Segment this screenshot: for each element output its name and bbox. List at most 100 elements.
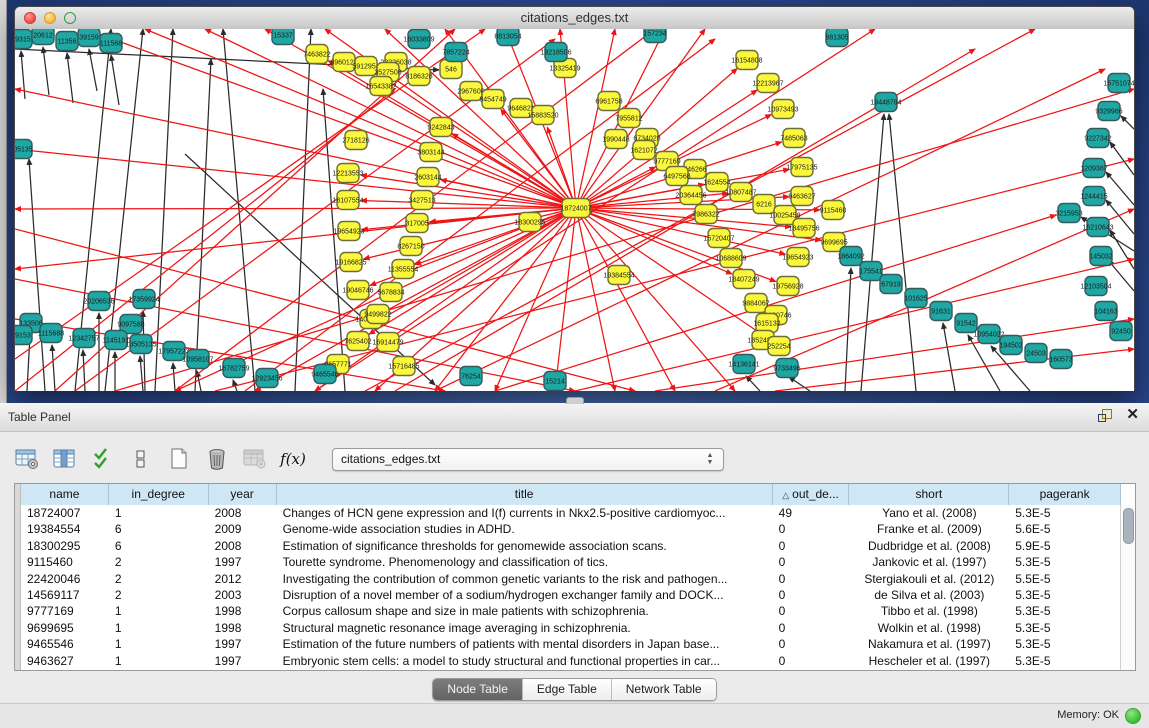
yellow-node[interactable]: 7625402 <box>344 332 371 351</box>
table-cell[interactable]: Disruption of a novel member of a sodium… <box>277 587 773 603</box>
table-cell[interactable]: 5.5E-5 <box>1009 571 1121 587</box>
teal-node[interactable]: 12342757 <box>68 329 99 348</box>
teal-node[interactable]: 104163 <box>1094 302 1117 321</box>
yellow-node[interactable]: 18300295 <box>514 213 545 232</box>
teal-node[interactable]: 111568 <box>100 34 122 53</box>
yellow-node[interactable]: 3803144 <box>417 143 444 162</box>
table-cell[interactable]: 14569117 <box>21 587 109 603</box>
yellow-node[interactable]: 18495756 <box>788 219 819 238</box>
yellow-node[interactable]: 18407249 <box>728 270 759 289</box>
teal-node[interactable]: 15214 <box>544 372 566 391</box>
teal-node[interactable]: 157234 <box>643 29 666 43</box>
table-cell[interactable]: 1997 <box>209 554 277 570</box>
table-cell[interactable]: Changes of HCN gene expression and I(f) … <box>277 505 773 521</box>
teal-node[interactable]: 12923456 <box>251 369 282 388</box>
yellow-node[interactable]: 317005 <box>405 214 428 233</box>
node-table[interactable]: namein_degreeyeartitle△out_de...shortpag… <box>14 483 1136 671</box>
tab-edge-table[interactable]: Edge Table <box>523 679 612 700</box>
red-edge[interactable] <box>361 175 576 208</box>
table-cell[interactable]: de Silva et al. (2003) <box>850 587 1010 603</box>
red-edge[interactable] <box>15 89 395 391</box>
yellow-node[interactable]: 9242843 <box>427 118 454 137</box>
yellow-node[interactable]: 2603144 <box>414 168 441 187</box>
teal-node[interactable]: 17359924 <box>128 290 159 309</box>
table-cell[interactable]: 19384554 <box>21 521 109 537</box>
table-row[interactable]: 1830029562008Estimation of significance … <box>21 538 1121 554</box>
teal-node[interactable]: 9465546 <box>311 365 338 384</box>
red-edge[interactable] <box>364 208 576 259</box>
table-cell[interactable]: 9115460 <box>21 554 109 570</box>
teal-node[interactable]: 92450 <box>1110 322 1132 341</box>
yellow-node[interactable]: 16914479 <box>372 333 403 352</box>
teal-node[interactable]: 8813054 <box>494 29 521 46</box>
yellow-node[interactable]: 7986322 <box>692 205 719 224</box>
black-edge[interactable] <box>861 114 884 391</box>
black-edge[interactable] <box>43 47 49 95</box>
new-table-icon[interactable] <box>166 446 192 472</box>
yellow-node[interactable]: 252254 <box>767 337 790 356</box>
red-edge[interactable] <box>555 208 576 391</box>
black-edge[interactable] <box>21 51 25 99</box>
yellow-node[interactable]: 10807487 <box>725 183 756 202</box>
table-cell[interactable]: 0 <box>773 587 850 603</box>
black-edge[interactable] <box>67 53 73 103</box>
teal-node[interactable]: 145032 <box>1089 247 1112 266</box>
column-header-short[interactable]: short <box>849 484 1009 505</box>
yellow-node[interactable]: 1621072 <box>630 141 657 160</box>
table-row[interactable]: 1456911722003Disruption of a novel membe… <box>21 587 1121 603</box>
teal-node[interactable]: 19448784 <box>870 93 901 112</box>
black-edge[interactable] <box>889 114 916 391</box>
table-cell[interactable]: Estimation of significance thresholds fo… <box>277 538 773 554</box>
table-cell[interactable]: 2009 <box>209 521 277 537</box>
teal-node[interactable]: 3215953 <box>1055 204 1082 223</box>
table-cell[interactable]: 9465546 <box>21 636 109 652</box>
table-cell[interactable]: 1 <box>109 505 209 521</box>
black-edge[interactable] <box>155 29 173 391</box>
hub-node[interactable]: 18724007 <box>560 199 591 218</box>
table-cell[interactable]: 0 <box>773 521 850 537</box>
teal-node[interactable]: 24503 <box>1025 344 1047 363</box>
table-chooser-dropdown[interactable]: citations_edges.txt ▲▼ <box>332 448 724 471</box>
teal-node[interactable]: 15751074 <box>1103 74 1134 93</box>
table-cell[interactable]: Estimation of the future numbers of pati… <box>277 636 773 652</box>
table-cell[interactable]: 0 <box>773 653 850 669</box>
yellow-node[interactable]: 12213553 <box>332 164 363 183</box>
teal-node[interactable]: 1115688 <box>38 324 64 343</box>
table-settings-icon[interactable] <box>14 446 40 472</box>
table-cell[interactable]: 18300295 <box>21 538 109 554</box>
table-cell[interactable]: 5.9E-5 <box>1009 538 1121 554</box>
table-cell[interactable]: 0 <box>773 538 850 554</box>
table-cell[interactable]: 1997 <box>209 636 277 652</box>
yellow-node[interactable]: 9115460 <box>820 201 847 220</box>
teal-node[interactable]: 12103504 <box>1080 277 1111 296</box>
teal-node[interactable]: 10958107 <box>182 350 213 369</box>
yellow-node[interactable]: 7463822 <box>303 45 330 64</box>
column-header-name[interactable]: name <box>21 484 109 505</box>
teal-node[interactable]: 15337 <box>272 29 294 45</box>
table-cell[interactable]: Tibbo et al. (1998) <box>850 603 1010 619</box>
yellow-node[interactable]: 19654923 <box>333 222 364 241</box>
yellow-node[interactable]: 18107554 <box>332 191 363 210</box>
table-cell[interactable]: 5.3E-5 <box>1009 505 1121 521</box>
table-cell[interactable]: 1997 <box>209 653 277 669</box>
yellow-node[interactable]: 19166825 <box>335 253 366 272</box>
table-cell[interactable]: 0 <box>773 636 850 652</box>
column-header-in_degree[interactable]: in_degree <box>109 484 209 505</box>
teal-node[interactable]: 1864092 <box>837 247 864 266</box>
table-cell[interactable]: 2008 <box>209 538 277 554</box>
table-cell[interactable]: 2003 <box>209 587 277 603</box>
teal-node[interactable]: 16033809 <box>403 30 434 49</box>
teal-node[interactable]: 14136141 <box>728 355 759 374</box>
teal-node[interactable]: 9733496 <box>773 359 800 378</box>
teal-node[interactable]: 1209387 <box>1080 159 1107 178</box>
memory-status-indicator[interactable] <box>1125 708 1141 724</box>
column-header-title[interactable]: title <box>277 484 773 505</box>
table-cell[interactable]: Structural magnetic resonance image aver… <box>277 620 773 636</box>
yellow-node[interactable]: 546 <box>440 60 462 79</box>
teal-node[interactable]: 205135 <box>15 140 33 159</box>
table-cell[interactable]: 5.6E-5 <box>1009 521 1121 537</box>
table-cell[interactable]: 2 <box>109 571 209 587</box>
red-edge[interactable] <box>576 208 675 391</box>
teal-node[interactable]: 76254 <box>460 367 482 386</box>
yellow-node[interactable]: 8186328 <box>405 67 432 86</box>
